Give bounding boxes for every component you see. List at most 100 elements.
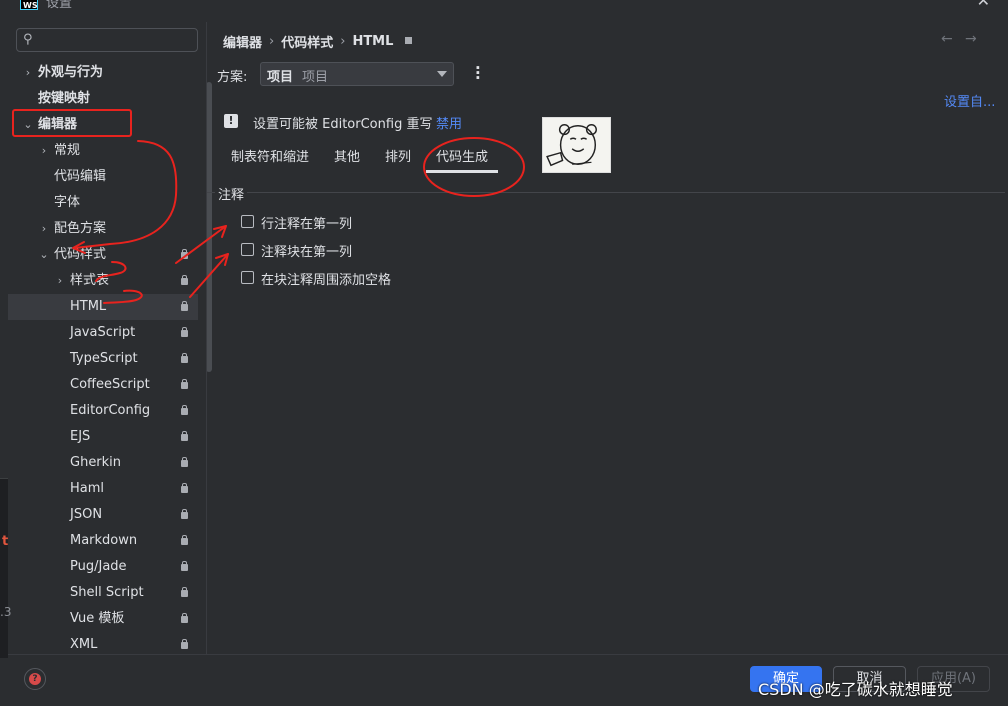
sidebar-item-label: HTML <box>70 299 107 314</box>
lock-icon <box>181 587 188 597</box>
search-input[interactable] <box>43 31 193 49</box>
lock-icon <box>181 613 188 623</box>
meme-image <box>542 117 611 173</box>
sidebar-item[interactable]: EJS <box>8 424 198 450</box>
help-button[interactable]: ? <box>24 668 46 690</box>
sidebar-item[interactable]: 字体 <box>8 190 198 216</box>
kebab-menu-icon[interactable]: · · · <box>475 61 487 86</box>
sidebar-item-label: Gherkin <box>70 455 122 470</box>
csdn-watermark: CSDN @吃了碳水就想睡觉 <box>758 680 953 699</box>
sidebar-item-label: 常规 <box>54 143 81 158</box>
chevron-down-icon[interactable]: ⌄ <box>38 242 50 268</box>
disable-editorconfig-link[interactable]: 禁用 <box>436 113 462 132</box>
lock-icon <box>181 249 188 259</box>
sidebar-item[interactable]: EditorConfig <box>8 398 198 424</box>
tab-code-generation[interactable]: 代码生成 <box>426 145 499 173</box>
sidebar-item-label: TypeScript <box>70 351 138 366</box>
sidebar-item[interactable]: JavaScript <box>8 320 198 346</box>
checkbox[interactable] <box>241 243 254 256</box>
tab-tabs-and-indents[interactable]: 制表符和缩进 <box>221 145 319 173</box>
lock-icon <box>181 561 188 571</box>
chevron-right-icon[interactable]: › <box>38 216 50 242</box>
sidebar-item-label: JavaScript <box>70 325 136 340</box>
lock-icon <box>181 431 188 441</box>
search-icon: ⚲ <box>23 32 33 47</box>
breadcrumb: 编辑器 › 代码样式 › HTML <box>223 32 413 52</box>
checkbox[interactable] <box>241 271 254 284</box>
settings-dialog: WS 设置 ✕ t .3 ⚲ › 外观与行为 按键映射 ⌄ 编辑器 › 常规 代码编辑 字体 › 配… <box>0 0 1008 706</box>
sidebar-item[interactable]: › 外观与行为 <box>8 60 198 86</box>
help-icon: ? <box>29 673 41 685</box>
scheme-select[interactable]: 项目 项目 <box>260 62 454 86</box>
forward-arrow-icon[interactable]: → <box>965 31 977 47</box>
sidebar-item[interactable]: › 样式表 <box>8 268 198 294</box>
sidebar-item[interactable]: Vue 模板 <box>8 606 198 632</box>
lock-icon <box>181 353 188 363</box>
sidebar-item[interactable]: ⌄ 编辑器 <box>8 112 198 138</box>
lock-icon <box>181 327 188 337</box>
sidebar-item[interactable]: › 配色方案 <box>8 216 198 242</box>
tab-other[interactable]: 其他 <box>324 145 370 173</box>
section-divider <box>207 192 215 193</box>
scheme-label: 方案: <box>217 70 248 85</box>
sidebar-item-label: CoffeeScript <box>70 377 150 392</box>
sidebar-item[interactable]: Haml <box>8 476 198 502</box>
sidebar-item-label: 编辑器 <box>38 117 78 132</box>
sidebar-item[interactable]: 按键映射 <box>8 86 198 112</box>
tab-arrangement[interactable]: 排列 <box>375 145 421 173</box>
title-bar: WS 设置 ✕ <box>0 0 1008 14</box>
chevron-right-icon[interactable]: › <box>22 60 34 86</box>
settings-main-panel: 编辑器 › 代码样式 › HTML ← → 方案: 项目 项目 · · · 设置自... !… <box>207 22 1008 654</box>
sidebar-item-label: EditorConfig <box>70 403 151 418</box>
scheme-value: 项目 <box>267 70 294 85</box>
scheme-sub-label: 项目 <box>302 70 329 85</box>
window-title: 设置 <box>46 0 73 11</box>
chevron-right-icon[interactable]: › <box>38 138 50 164</box>
lock-icon <box>181 275 188 285</box>
sidebar-item[interactable]: ⌄ 代码样式 <box>8 242 198 268</box>
breadcrumb-item-current: HTML <box>352 34 394 49</box>
lock-icon <box>181 301 188 311</box>
sidebar-item[interactable]: Gherkin <box>8 450 198 476</box>
settings-sidebar: ⚲ › 外观与行为 按键映射 ⌄ 编辑器 › 常规 代码编辑 字体 › 配色方案 ⌄ 代码样式 › 样式表 H… <box>8 22 212 654</box>
close-icon[interactable]: ✕ <box>977 0 990 10</box>
option-label: 在块注释周围添加空格 <box>261 273 392 288</box>
sidebar-item-label: 外观与行为 <box>38 65 104 80</box>
sidebar-item[interactable]: XML <box>8 632 198 654</box>
lock-icon <box>181 483 188 493</box>
lock-icon <box>405 37 413 44</box>
lock-icon <box>181 457 188 467</box>
lock-icon <box>181 509 188 519</box>
sidebar-item-label: Haml <box>70 481 105 496</box>
back-arrow-icon[interactable]: ← <box>941 31 953 47</box>
sidebar-item-label: 代码编辑 <box>54 169 107 184</box>
sidebar-item[interactable]: Shell Script <box>8 580 198 606</box>
chevron-right-icon[interactable]: › <box>54 268 66 294</box>
breadcrumb-separator: › <box>269 34 275 49</box>
search-box[interactable]: ⚲ <box>16 28 198 52</box>
section-divider <box>247 192 1005 193</box>
set-from-link[interactable]: 设置自... <box>944 91 995 110</box>
option-label: 注释块在第一列 <box>261 245 353 260</box>
sidebar-item-label: Vue 模板 <box>70 611 125 626</box>
sidebar-item[interactable]: HTML <box>8 294 198 320</box>
breadcrumb-item[interactable]: 代码样式 <box>281 32 333 51</box>
sidebar-item[interactable]: JSON <box>8 502 198 528</box>
bottom-divider <box>8 654 1008 655</box>
chevron-down-icon[interactable]: ⌄ <box>22 112 34 138</box>
sidebar-item[interactable]: TypeScript <box>8 346 198 372</box>
lock-icon <box>181 535 188 545</box>
sidebar-item-label: Markdown <box>70 533 138 548</box>
sidebar-item[interactable]: Pug/Jade <box>8 554 198 580</box>
sidebar-item[interactable]: › 常规 <box>8 138 198 164</box>
sidebar-item[interactable]: 代码编辑 <box>8 164 198 190</box>
section-title-comments: 注释 <box>218 188 245 203</box>
checkbox[interactable] <box>241 215 254 228</box>
lock-icon <box>181 379 188 389</box>
sidebar-item[interactable]: Markdown <box>8 528 198 554</box>
breadcrumb-item[interactable]: 编辑器 <box>223 32 262 51</box>
app-logo-icon: WS <box>20 0 38 10</box>
sidebar-item[interactable]: CoffeeScript <box>8 372 198 398</box>
sidebar-item-label: XML <box>70 637 98 652</box>
sidebar-item-label: Shell Script <box>70 585 144 600</box>
